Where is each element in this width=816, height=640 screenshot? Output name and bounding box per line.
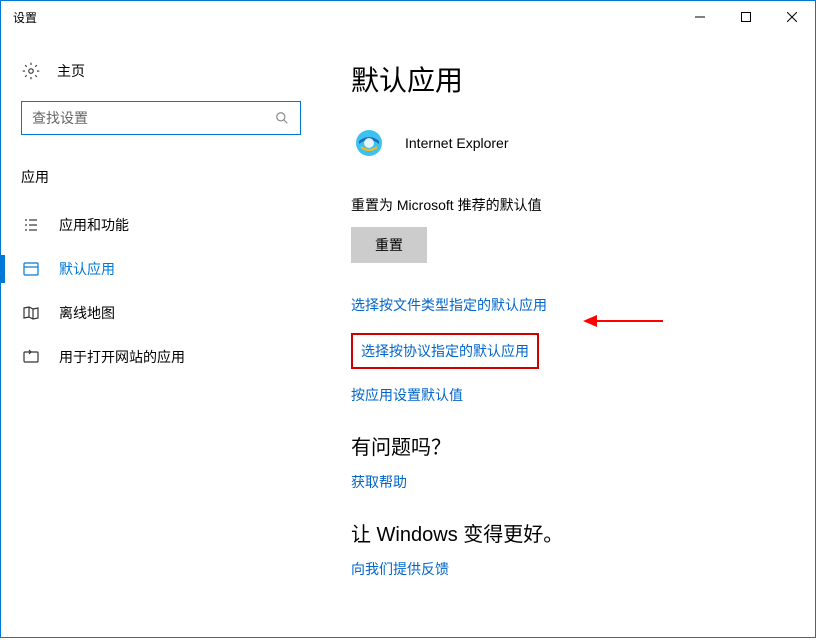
- window-title: 设置: [13, 9, 677, 26]
- maximize-button[interactable]: [723, 1, 769, 33]
- home-link[interactable]: 主页: [1, 53, 321, 89]
- reset-label: 重置为 Microsoft 推荐的默认值: [351, 195, 795, 215]
- sidebar-section-title: 应用: [1, 159, 321, 195]
- ie-icon: [351, 125, 387, 161]
- search-input[interactable]: [32, 110, 274, 126]
- link-by-protocol[interactable]: 选择按协议指定的默认应用: [361, 341, 529, 361]
- sidebar-item-apps-features[interactable]: 应用和功能: [1, 203, 321, 247]
- page-title: 默认应用: [351, 59, 795, 99]
- sidebar-item-offline-maps[interactable]: 离线地图: [1, 291, 321, 335]
- reset-button[interactable]: 重置: [351, 227, 427, 263]
- window-controls: [677, 1, 815, 33]
- sidebar-item-label: 应用和功能: [59, 215, 129, 235]
- default-browser-name: Internet Explorer: [405, 135, 509, 151]
- default-browser-block[interactable]: Internet Explorer: [351, 119, 795, 167]
- defaults-icon: [21, 259, 41, 279]
- search-icon: [274, 110, 290, 126]
- highlighted-link-box: 选择按协议指定的默认应用: [351, 333, 539, 369]
- link-icon: [21, 347, 41, 367]
- sidebar-item-website-apps[interactable]: 用于打开网站的应用: [1, 335, 321, 379]
- sidebar-item-label: 离线地图: [59, 303, 115, 323]
- list-icon: [21, 215, 41, 235]
- feedback-link[interactable]: 向我们提供反馈: [351, 559, 795, 579]
- help-heading: 有问题吗？: [351, 431, 795, 460]
- close-button[interactable]: [769, 1, 815, 33]
- feedback-heading: 让 Windows 变得更好。: [351, 518, 795, 547]
- main-content: 默认应用 Internet Explorer 重置为 Microsoft 推荐的…: [321, 33, 815, 637]
- minimize-button[interactable]: [677, 1, 723, 33]
- gear-icon: [21, 61, 41, 81]
- link-by-filetype[interactable]: 选择按文件类型指定的默认应用: [351, 295, 795, 315]
- link-by-app[interactable]: 按应用设置默认值: [351, 385, 795, 405]
- sidebar-item-label: 默认应用: [59, 259, 115, 279]
- help-link[interactable]: 获取帮助: [351, 472, 795, 492]
- sidebar-item-default-apps[interactable]: 默认应用: [1, 247, 321, 291]
- map-icon: [21, 303, 41, 323]
- sidebar: 主页 应用: [1, 33, 321, 637]
- search-box[interactable]: [21, 101, 301, 135]
- sidebar-item-label: 用于打开网站的应用: [59, 347, 185, 367]
- titlebar: 设置: [1, 1, 815, 33]
- home-label: 主页: [57, 61, 85, 81]
